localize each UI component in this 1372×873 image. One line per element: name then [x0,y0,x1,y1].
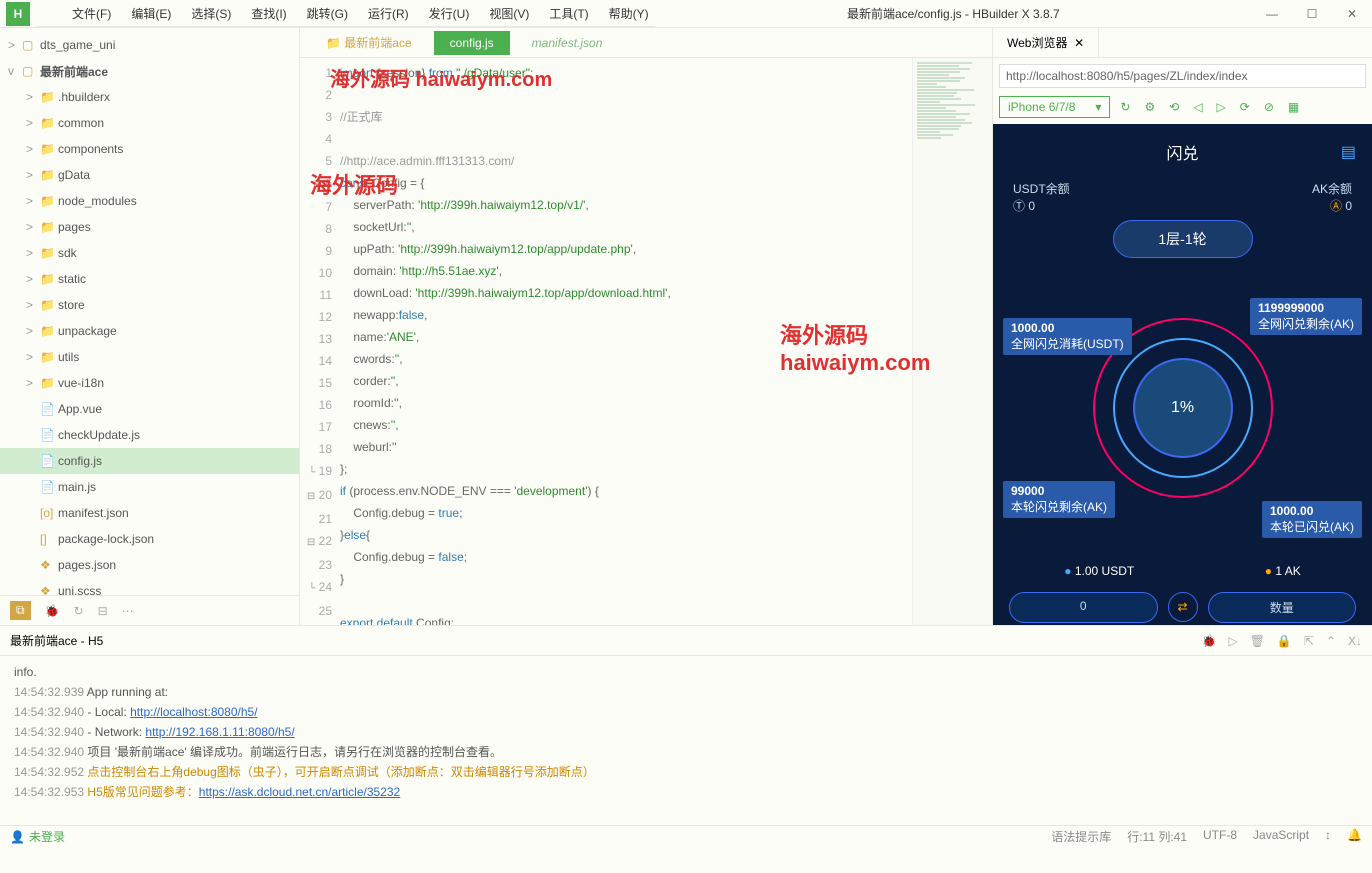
menu-item[interactable]: 运行(R) [362,3,415,24]
menu-item[interactable]: 文件(F) [66,3,117,24]
preview-pane: Web浏览器 ✕ http://localhost:8080/h5/pages/… [992,28,1372,625]
collapse-icon[interactable]: ⌃ [1326,634,1336,648]
grid-icon[interactable]: ▦ [1284,98,1303,116]
tree-item[interactable]: >📁pages [0,214,299,240]
sidebar: >▢dts_game_univ▢最新前端ace>📁.hbuilderx>📁com… [0,28,300,625]
console-output[interactable]: 海外源码 haiwaiym.com info.14:54:32.939 App … [0,656,1372,825]
tree-item[interactable]: >📁utils [0,344,299,370]
sidebar-toolbar: ⧉ 🐞 ↻ ⊟ ⋯ [0,595,299,625]
tree-item[interactable]: [o]manifest.json [0,500,299,526]
amount-input[interactable]: 0 [1009,592,1158,623]
line-gutter[interactable]: 12345⊟ 6789101112131415161718└ 19⊟ 2021⊟… [300,58,340,625]
bell-icon[interactable]: 🔔 [1347,828,1362,845]
preview-url[interactable]: http://localhost:8080/h5/pages/ZL/index/… [999,64,1366,88]
minimize-button[interactable]: — [1252,0,1292,28]
close-button[interactable]: ✕ [1332,0,1372,28]
forward-icon[interactable]: ▷ [1213,98,1230,116]
window-title: 最新前端ace/config.js - HBuilder X 3.8.7 [655,5,1252,22]
menu-item[interactable]: 发行(U) [423,3,476,24]
reload-icon[interactable]: ⟳ [1236,98,1254,116]
editor-tab[interactable]: 最新前端ace [310,29,428,56]
app-title: 闪兑 [1166,140,1198,164]
stop-icon[interactable]: ⊘ [1260,98,1278,116]
refresh-icon[interactable]: ↻ [74,604,84,618]
tree-item[interactable]: >▢dts_game_uni [0,32,299,58]
menu-item[interactable]: 工具(T) [543,3,594,24]
collapse-icon[interactable]: ⊟ [98,604,108,618]
tree-item[interactable]: >📁unpackage [0,318,299,344]
lock-icon[interactable]: 🔒 [1277,634,1292,648]
tree-item[interactable]: []package-lock.json [0,526,299,552]
settings-icon[interactable]: ⚙ [1140,98,1159,116]
preview-tab-web[interactable]: Web浏览器 ✕ [993,28,1099,57]
debug-icon[interactable]: 🐞 [45,604,60,618]
qty-input[interactable]: 数量 [1208,592,1357,623]
tree-item[interactable]: >📁vue-i18n [0,370,299,396]
close-icon[interactable]: X↓ [1348,634,1362,648]
tree-item[interactable]: >📁store [0,292,299,318]
menu-item[interactable]: 帮助(Y) [603,3,655,24]
swap-icon[interactable]: ⇄ [1168,592,1198,622]
sync-icon[interactable]: ↕ [1325,828,1331,845]
console-tab-label[interactable]: 最新前端ace - H5 [10,632,103,649]
titlebar: H 文件(F) 编辑(E) 选择(S) 查找(I) 跳转(G) 运行(R) 发行(U) 视图(… [0,0,1372,28]
login-status[interactable]: 👤 未登录 [10,828,65,845]
tree-item[interactable]: v▢最新前端ace [0,58,299,84]
tree-item[interactable]: >📁gData [0,162,299,188]
menu-item[interactable]: 选择(S) [185,3,237,24]
export-icon[interactable]: ⇱ [1304,634,1314,648]
statusbar: 👤 未登录 语法提示库 行:11 列:41 UTF-8 JavaScript ↕… [0,825,1372,847]
editor-tab[interactable]: manifest.json [516,31,619,55]
bug-icon[interactable]: 🐞 [1201,634,1216,648]
menu-item[interactable]: 编辑(E) [125,3,177,24]
tree-item[interactable]: >📁common [0,110,299,136]
refresh-icon[interactable]: ↻ [1116,98,1134,116]
code-content[interactable]: import {session} from "./gData/user"; //… [340,58,912,625]
phone-preview[interactable]: 闪兑 ▤ USDT余额Ⓣ 0 AK余额Ⓐ 0 1层-1轮 1% 11999990… [993,124,1372,625]
menu-item[interactable]: 视图(V) [483,3,535,24]
app-logo: H [6,2,30,26]
back-icon[interactable]: ◁ [1189,98,1206,116]
tree-item[interactable]: ❖uni.scss [0,578,299,595]
rotate-icon[interactable]: ⟲ [1165,98,1183,116]
editor-tabs: 最新前端aceconfig.jsmanifest.json [300,28,992,58]
tree-item[interactable]: >📁static [0,266,299,292]
explorer-icon[interactable]: ⧉ [10,601,31,620]
tree-item[interactable]: 📄App.vue [0,396,299,422]
tree-item[interactable]: >📁sdk [0,240,299,266]
menubar: 文件(F) 编辑(E) 选择(S) 查找(I) 跳转(G) 运行(R) 发行(U) 视图(V)… [36,1,655,27]
console-panel: 最新前端ace - H5 🐞 ▷ 🗑 🔒 ⇱ ⌃ X↓ 海外源码 haiwaiy… [0,625,1372,825]
tree-item[interactable]: 📄config.js [0,448,299,474]
tree-item[interactable]: >📁.hbuilderx [0,84,299,110]
maximize-button[interactable]: ☐ [1292,0,1332,28]
editor-tab[interactable]: config.js [434,31,510,55]
document-icon[interactable]: ▤ [1341,142,1356,162]
minimap[interactable] [912,58,992,625]
editor-pane: 最新前端aceconfig.jsmanifest.json 12345⊟ 678… [300,28,992,625]
tree-item[interactable]: >📁components [0,136,299,162]
tree-item[interactable]: ❖pages.json [0,552,299,578]
stop-icon[interactable]: ▷ [1228,634,1237,648]
menu-item[interactable]: 跳转(G) [301,3,354,24]
menu-item[interactable]: 查找(I) [245,3,292,24]
orbit-chart: 1% 1199999000全网闪兑剩余(AK) 1000.00全网闪兑消耗(US… [1003,268,1362,548]
tree-item[interactable]: >📁node_modules [0,188,299,214]
preview-tabs: Web浏览器 ✕ [993,28,1372,58]
tree-item[interactable]: 📄main.js [0,474,299,500]
more-icon[interactable]: ⋯ [122,604,134,618]
file-tree[interactable]: >▢dts_game_univ▢最新前端ace>📁.hbuilderx>📁com… [0,28,299,595]
round-pill[interactable]: 1层-1轮 [1113,220,1253,258]
clear-icon[interactable]: 🗑 [1250,634,1265,648]
device-selector[interactable]: iPhone 6/7/8▾ [999,96,1110,118]
tree-item[interactable]: 📄checkUpdate.js [0,422,299,448]
